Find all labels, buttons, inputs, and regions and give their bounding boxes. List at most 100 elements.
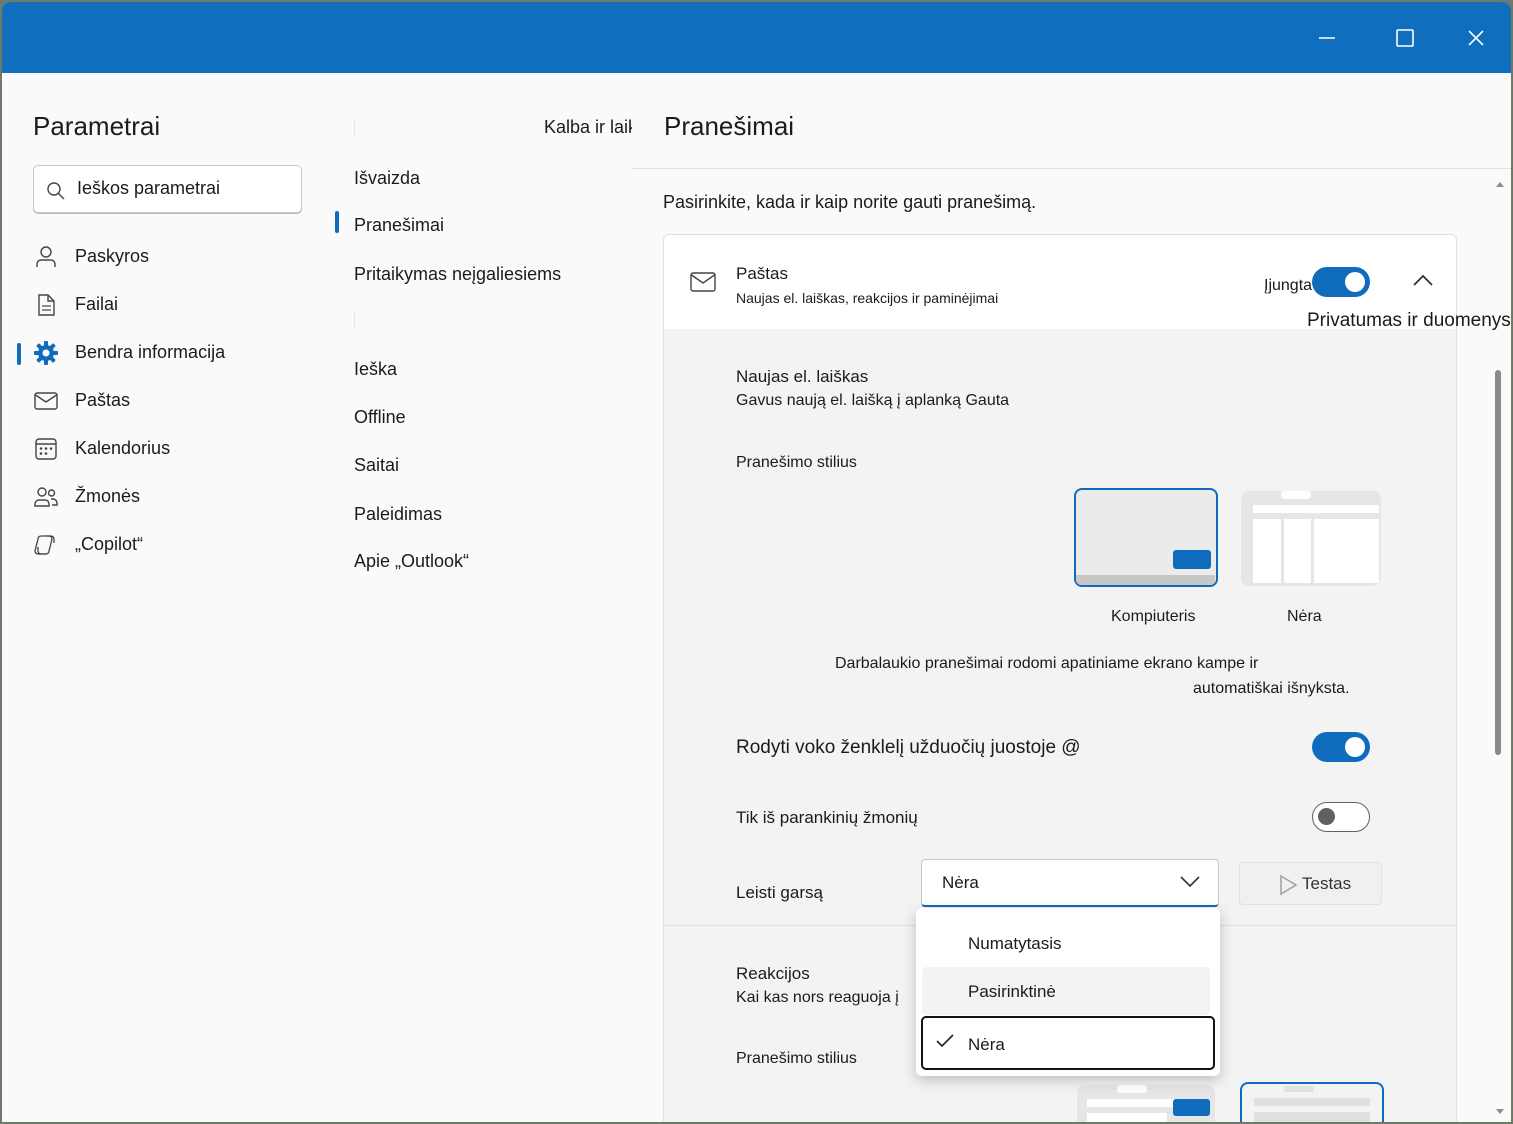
title-bar bbox=[2, 2, 1511, 73]
person-icon bbox=[36, 246, 56, 267]
style-option-none[interactable] bbox=[1241, 491, 1381, 586]
mail-icon bbox=[690, 272, 716, 292]
subnav-item-label: Pritaikymas neįgaliesiems bbox=[354, 264, 562, 284]
document-icon bbox=[38, 294, 55, 316]
page-title: Pranešimai bbox=[664, 111, 795, 141]
reactions-title: Reakcijos bbox=[736, 964, 810, 983]
sound-option-label: Numatytasis bbox=[968, 934, 1062, 953]
gear-icon bbox=[34, 341, 58, 365]
search-icon bbox=[47, 182, 65, 200]
subnav-item-offline[interactable]: Offline bbox=[332, 397, 632, 437]
divider bbox=[354, 313, 355, 327]
test-sound-button[interactable]: Testas bbox=[1239, 862, 1382, 905]
reactions-style-option-desktop[interactable] bbox=[1077, 1085, 1215, 1122]
minimize-icon[interactable] bbox=[1309, 20, 1345, 56]
subnav-item-label: Pranešimai bbox=[354, 215, 445, 235]
preview-shape bbox=[1254, 1112, 1370, 1122]
preview-shape bbox=[1314, 519, 1379, 583]
mail-section-subtitle: Naujas el. laiškas, reakcijos ir paminėj… bbox=[736, 290, 999, 306]
subnav-item-label: Išvaizda bbox=[354, 168, 421, 188]
preview-shape bbox=[1284, 519, 1311, 583]
subnav-item-notifications[interactable]: Pranešimai bbox=[332, 205, 632, 245]
style-option-none-label: Nėra bbox=[1287, 608, 1322, 625]
chevron-down-icon bbox=[1180, 876, 1200, 888]
close-icon[interactable] bbox=[1458, 20, 1494, 56]
privacy-overflow-label[interactable]: Privatumas ir duomenys bbox=[1307, 310, 1511, 332]
subnav-item-label: Paleidimas bbox=[354, 504, 443, 524]
sidebar-item-accounts[interactable]: Paskyros bbox=[2, 237, 332, 277]
reactions-style-option-none[interactable] bbox=[1240, 1082, 1384, 1122]
preview-shape bbox=[1284, 1086, 1314, 1092]
taskbar-shape bbox=[1076, 575, 1215, 585]
favorites-label: Tik iš parankinių žmonių bbox=[736, 808, 918, 827]
sidebar-item-label: Žmonės bbox=[75, 486, 141, 506]
header-divider bbox=[632, 168, 1511, 169]
mail-section-title: Paštas bbox=[736, 264, 788, 283]
chevron-up-icon[interactable] bbox=[1412, 273, 1434, 287]
maximize-icon[interactable] bbox=[1387, 20, 1423, 56]
divider bbox=[354, 121, 355, 135]
scroll-down-arrow-icon[interactable] bbox=[1494, 1107, 1506, 1117]
sidebar-item-files[interactable]: Failai bbox=[2, 285, 332, 325]
sound-option-label: Nėra bbox=[968, 1035, 1005, 1054]
new-mail-subtitle: Gavus naują el. laišką į aplanką Gauta bbox=[736, 392, 1010, 409]
sidebar-item-label: Paštas bbox=[75, 390, 131, 410]
preview-shape bbox=[1254, 1098, 1370, 1106]
scrollbar-thumb[interactable] bbox=[1495, 370, 1501, 755]
subnav-item-search[interactable]: Ieška bbox=[332, 349, 632, 389]
preview-shape bbox=[1253, 505, 1379, 513]
desktop-description-line1: Darbalaukio pranešimai rodomi apatiniame… bbox=[835, 655, 1259, 672]
search-input[interactable]: Ieškos parametrai bbox=[33, 165, 302, 213]
new-mail-title: Naujas el. laiškas bbox=[736, 367, 869, 386]
preview-shape bbox=[1281, 491, 1311, 499]
badge-label: Rodyti voko ženklelį užduočių juostoje @ bbox=[736, 737, 1081, 758]
subnav-item-about[interactable]: Apie „Outlook“ bbox=[332, 541, 632, 581]
preview-shape bbox=[1253, 519, 1281, 583]
sidebar-item-mail[interactable]: Paštas bbox=[2, 381, 332, 421]
sidebar-item-copilot[interactable]: „Copilot“ bbox=[2, 525, 332, 565]
sound-option-label: Pasirinktinė bbox=[968, 982, 1056, 1001]
sound-option-custom[interactable]: Pasirinktinė bbox=[922, 967, 1210, 1015]
reactions-style-label: Pranešimo stilius bbox=[736, 1050, 857, 1067]
mail-notifications-toggle[interactable] bbox=[1312, 267, 1370, 297]
favorites-toggle[interactable] bbox=[1312, 802, 1370, 832]
sidebar-item-general[interactable]: Bendra informacija bbox=[2, 333, 332, 373]
sound-dropdown-value: Nėra bbox=[942, 873, 979, 892]
settings-title: Parametrai bbox=[33, 111, 161, 141]
sound-option-none[interactable]: Nėra bbox=[921, 1016, 1215, 1070]
subnav: Išvaizda Pranešimai Pritaikymas neįgalie… bbox=[332, 73, 656, 1122]
sound-label: Leisti garsą bbox=[736, 883, 823, 902]
toast-shape bbox=[1173, 1099, 1210, 1116]
style-option-desktop[interactable] bbox=[1074, 488, 1218, 587]
sidebar-item-label: „Copilot“ bbox=[75, 534, 144, 554]
subnav-item-appearance[interactable]: Išvaizda bbox=[332, 158, 632, 198]
intro-text: Pasirinkite, kada ir kaip norite gauti p… bbox=[663, 192, 1037, 212]
copilot-icon bbox=[34, 535, 55, 555]
people-icon bbox=[34, 487, 58, 507]
sidebar-item-people[interactable]: Žmonės bbox=[2, 477, 332, 517]
badge-toggle[interactable] bbox=[1312, 732, 1370, 762]
subnav-item-startup[interactable]: Paleidimas bbox=[332, 494, 632, 534]
sidebar-item-label: Bendra informacija bbox=[75, 342, 226, 362]
sound-dropdown[interactable]: Nėra bbox=[921, 859, 1219, 907]
reactions-subtitle: Kai kas nors reaguoja į bbox=[736, 989, 899, 1006]
subnav-item-accessibility[interactable]: Pritaikymas neįgaliesiems bbox=[332, 254, 632, 294]
subnav-item-label: Ieška bbox=[354, 359, 398, 379]
sidebar-item-calendar[interactable]: Kalendorius bbox=[2, 429, 332, 469]
search-placeholder: Ieškos parametrai bbox=[77, 178, 221, 198]
subnav-item-label: Offline bbox=[354, 407, 406, 427]
settings-window: Parametrai Ieškos parametrai Paskyros Fa… bbox=[2, 2, 1511, 1122]
style-option-desktop-label: Kompiuteris bbox=[1111, 608, 1196, 625]
sound-option-default[interactable]: Numatytasis bbox=[922, 919, 1210, 967]
toast-shape bbox=[1173, 550, 1211, 569]
subnav-item-label: Apie „Outlook“ bbox=[354, 551, 470, 571]
scroll-up-arrow-icon[interactable] bbox=[1494, 179, 1506, 189]
test-button-label: Testas bbox=[1302, 874, 1352, 893]
sidebar-item-label: Paskyros bbox=[75, 246, 150, 266]
desktop-description-line2: automatiškai išnyksta. bbox=[1193, 680, 1350, 697]
checkmark-icon bbox=[936, 1034, 954, 1048]
play-icon bbox=[1280, 874, 1298, 896]
subnav-item-links[interactable]: Saitai bbox=[332, 445, 632, 485]
preview-shape bbox=[1087, 1113, 1167, 1122]
sidebar-item-label: Kalendorius bbox=[75, 438, 171, 458]
